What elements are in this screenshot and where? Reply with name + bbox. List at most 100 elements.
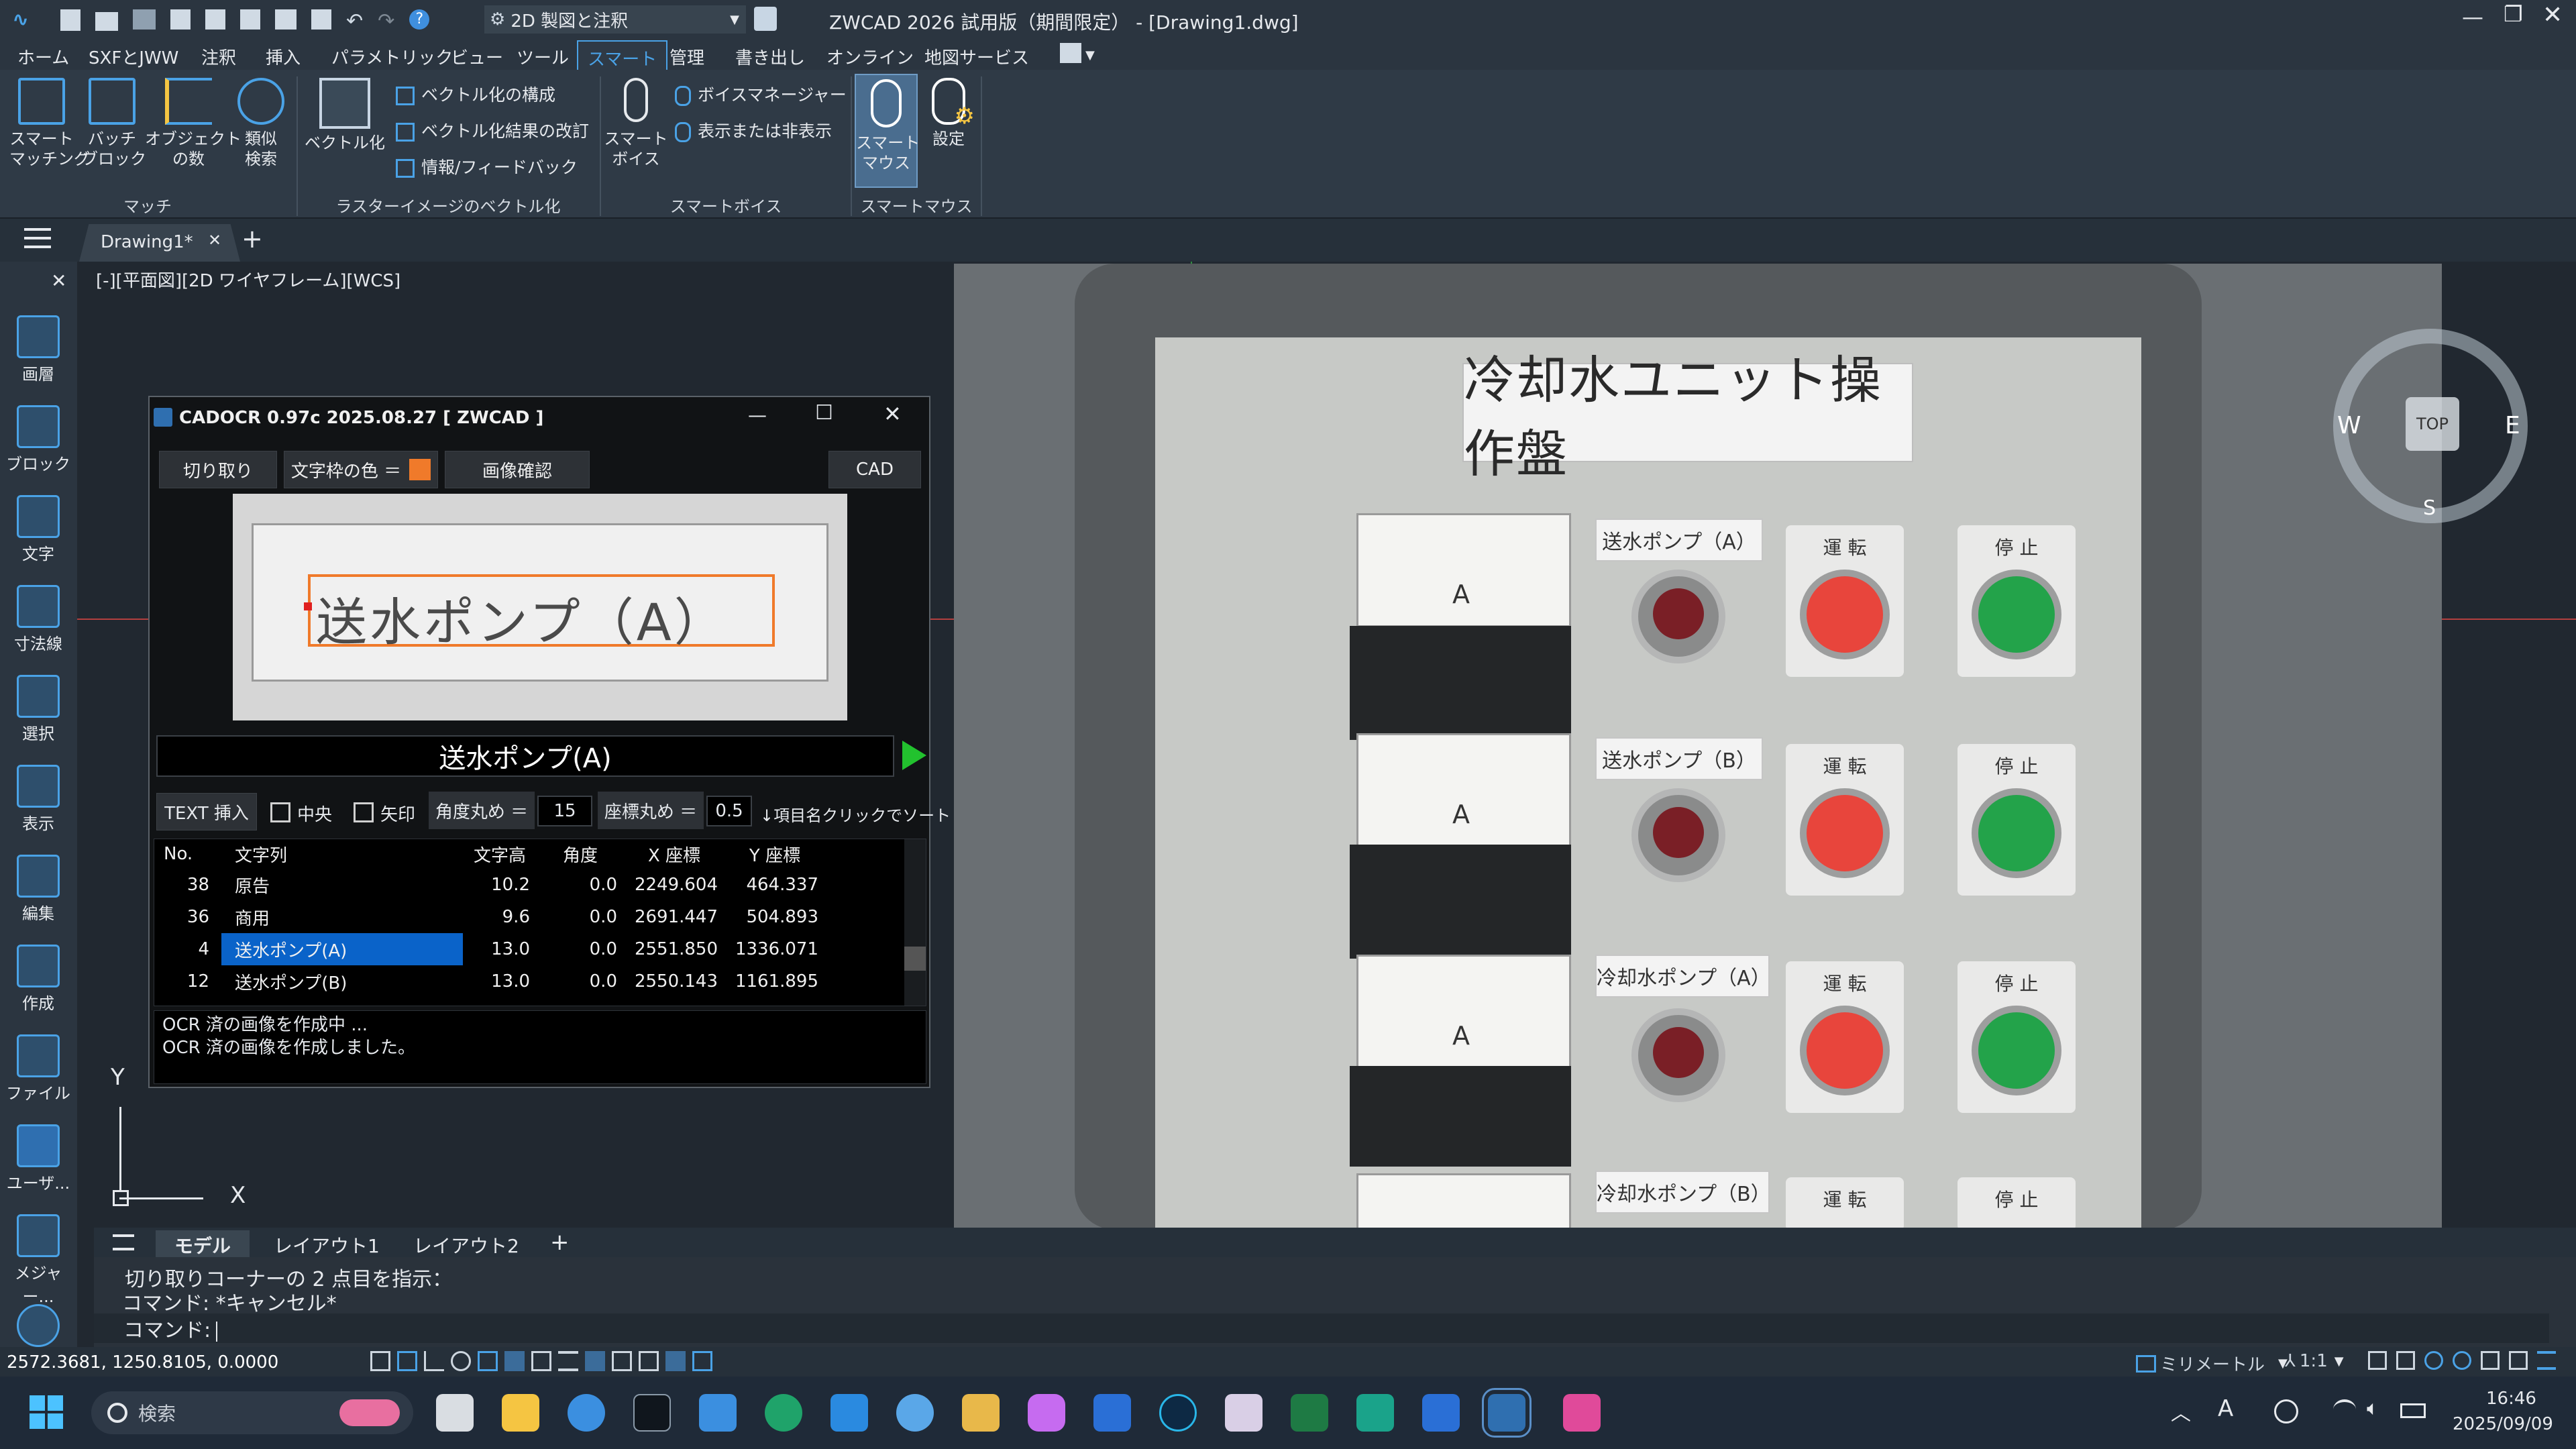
text-insert-button[interactable]: TEXT 挿入 [156,793,257,830]
units-selector[interactable]: ミリメートル ▼ [2136,1351,2288,1376]
jww-icon[interactable] [133,9,156,30]
ocr-preview-image[interactable]: 送水ポンプ（A） [233,494,847,720]
col-no[interactable]: No. [154,839,221,869]
tool-text[interactable]: 文字 [5,495,71,564]
tool-edit[interactable]: 編集 [5,855,71,924]
play-icon[interactable] [902,741,926,770]
batch-block-button[interactable]: バッチ ブロック [82,78,146,169]
annotation-monitor-icon[interactable] [665,1351,686,1371]
tab-manage[interactable]: 管理 [669,44,704,69]
col-angle[interactable]: 角度 [537,839,624,869]
task-view-icon[interactable] [436,1394,474,1432]
frame-color-button[interactable]: 文字枠の色 ＝ [284,451,438,488]
quick-props-icon[interactable] [612,1351,632,1371]
notes-app-icon[interactable] [962,1394,1000,1432]
dyn-icon[interactable] [531,1351,551,1371]
view-cube-south[interactable]: S [2423,496,2436,520]
info-feedback-button[interactable]: 情報/フィードバック [396,154,578,178]
smart-voice-button[interactable]: スマート ボイス [604,78,668,169]
col-height[interactable]: 文字高 [463,839,537,869]
mouse-settings-button[interactable]: ⚙ 設定 [923,78,975,149]
vec-fix-button[interactable]: ベクトル化結果の改訂 [396,118,589,142]
tool-measure[interactable]: メジャー... [5,1214,71,1307]
dialog-maximize-button[interactable]: ☐ [815,401,833,425]
layout-menu-icon[interactable] [113,1234,134,1250]
arrow-checkbox[interactable] [354,802,374,822]
vec-config-button[interactable]: ベクトル化の構成 [396,82,555,106]
tool-file[interactable]: ファイル [5,1034,71,1104]
copilot-icon[interactable] [1028,1394,1065,1432]
annotation-visibility-icon[interactable] [2368,1351,2387,1370]
close-button[interactable]: ✕ [2542,1,2563,29]
tab-layout2[interactable]: レイアウト2 [413,1232,519,1258]
annotation-scale[interactable]: ⅄ 1:1 ▼ [2285,1351,2344,1371]
workspace-dropdown[interactable]: ⚙ 2D 製図と注釈 ▼ [484,5,746,34]
spreadsheet-app-icon[interactable] [1356,1394,1394,1432]
hpb-app-icon[interactable] [1563,1394,1601,1432]
volume-icon[interactable]: 🔈︎ [2367,1397,2379,1420]
angle-round-input[interactable]: 15 [537,796,592,826]
tab-online[interactable]: オンライン [826,44,914,69]
new-tab-button[interactable]: + [241,224,263,254]
tab-smart[interactable]: スマート [577,40,668,70]
table-row[interactable]: 38 原告 10.2 0.0 2249.604 464.337 [154,869,825,901]
file-explorer-icon[interactable] [502,1394,539,1432]
edge-icon[interactable] [765,1394,802,1432]
viewport-label[interactable]: [-][平面図][2D ワイヤフレーム][WCS] [96,267,400,292]
workspace-icon[interactable] [692,1351,712,1371]
command-input[interactable]: コマンド: [94,1313,2549,1343]
smart-matching-button[interactable]: スマート マッチング [9,78,90,169]
tab-layout1[interactable]: レイアウト1 [274,1232,380,1258]
object-count-button[interactable]: オブジェクト の数 [145,78,241,169]
customize-icon[interactable] [2537,1351,2556,1370]
new-file-icon[interactable] [60,9,80,31]
tool-dimension[interactable]: 寸法線 [5,585,71,654]
dialog-title-bar[interactable]: CADOCR 0.97c 2025.08.27 [ ZWCAD ] — ☐ ✕ [150,397,929,437]
smart-mouse-button[interactable]: スマート マウス [855,74,920,188]
tab-export[interactable]: 書き出し [735,44,805,69]
taskbar-search[interactable]: 検索 [91,1391,413,1434]
vscode-icon[interactable] [830,1394,868,1432]
tool-select[interactable]: 選択 [5,675,71,744]
vectorize-button[interactable]: ベクトル化 [303,78,386,153]
col-text[interactable]: 文字列 [221,839,463,869]
view-cube-west[interactable]: W [2337,412,2361,439]
tab-view[interactable]: ビュー [451,44,503,69]
tool-layer[interactable]: 画層 [5,315,71,384]
save-as-icon[interactable] [205,9,225,30]
settings-gear-icon[interactable] [2424,1351,2443,1370]
wifi-icon[interactable] [2333,1399,2356,1419]
print-icon[interactable] [275,9,297,30]
ribbon-minimize-icon[interactable] [1060,43,1081,63]
center-checkbox[interactable] [270,802,290,822]
ocr-frame-handle[interactable] [304,602,312,610]
network-app-icon[interactable] [896,1394,934,1432]
edge-beta-icon[interactable] [568,1394,605,1432]
dialog-minimize-button[interactable]: — [748,404,767,426]
terminal-icon[interactable] [633,1394,671,1432]
grid-icon[interactable] [370,1351,390,1371]
chevron-down-icon[interactable]: ▼ [1085,48,1095,62]
clock-time[interactable]: 16:46 [2486,1389,2536,1409]
polar-icon[interactable] [451,1351,471,1371]
maximize-button[interactable]: ❐ [2504,1,2523,27]
otrack-icon[interactable] [504,1351,525,1371]
workspace-switch-icon[interactable] [754,7,777,31]
battery-icon[interactable] [2400,1403,2426,1418]
tab-sxf-jww[interactable]: SXFとJWW [89,44,178,69]
snap-icon[interactable] [397,1351,417,1371]
redo-icon[interactable]: ↷ [378,9,394,33]
zwcad-icon[interactable] [1422,1394,1460,1432]
tool-display[interactable]: 表示 [5,765,71,834]
notepad-icon[interactable] [699,1394,737,1432]
cadocr-taskbar-icon[interactable] [1482,1388,1532,1438]
dialog-close-button[interactable]: ✕ [883,401,902,427]
selection-cycling-icon[interactable] [639,1351,659,1371]
view-cube-east[interactable]: E [2505,412,2520,439]
fullscreen-icon[interactable] [2509,1351,2528,1370]
minimize-button[interactable]: — [2462,4,2483,30]
tool-settings[interactable] [5,1304,71,1350]
clock-date[interactable]: 2025/09/09 [2453,1414,2553,1434]
tool-create[interactable]: 作成 [5,945,71,1014]
table-scrollbar[interactable] [904,839,926,1006]
